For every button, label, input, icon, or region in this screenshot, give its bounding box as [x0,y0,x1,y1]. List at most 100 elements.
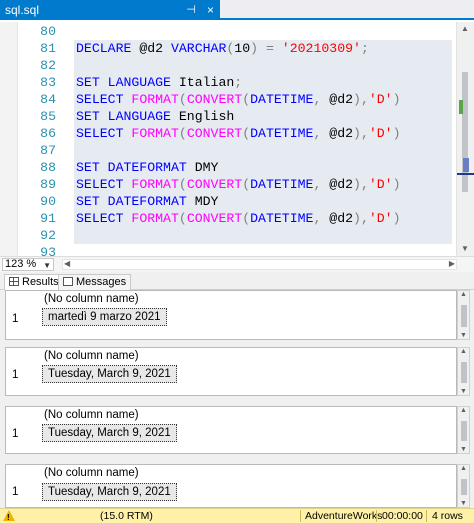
tab-messages[interactable]: Messages [58,274,132,290]
code-text[interactable]: SET LANGUAGE Italian; [76,74,242,91]
scroll-thumb[interactable] [461,305,467,327]
code-text[interactable]: DECLARE @d2 VARCHAR(10) = '20210309'; [76,40,369,57]
tab-results[interactable]: Results [4,274,64,290]
scroll-thumb[interactable] [461,479,467,495]
row-number[interactable]: 1 [12,486,18,498]
code-token: SELECT [76,211,132,226]
code-text[interactable]: SET DATEFORMAT MDY [76,193,218,210]
code-text[interactable]: SET LANGUAGE English [76,108,234,125]
zoom-value: 123 % [5,258,37,270]
code-token: SET LANGUAGE [76,109,179,124]
code-line[interactable]: 93 [0,244,452,256]
code-token: , [313,92,330,107]
result-cell[interactable]: Tuesday, March 9, 2021 [42,483,177,501]
grid-4-scrollbar[interactable]: ▲ ▼ [457,464,470,508]
scroll-left-icon[interactable]: ◀ [64,259,70,268]
result-cell[interactable]: Tuesday, March 9, 2021 [42,365,177,383]
scroll-down-icon[interactable]: ▼ [461,244,469,253]
code-line[interactable]: 92 [0,227,452,244]
grid-1-scrollbar[interactable]: ▲ ▼ [457,290,470,340]
row-number[interactable]: 1 [12,428,18,440]
chevron-down-icon[interactable]: ▼ [43,260,51,271]
scroll-up-icon[interactable]: ▲ [460,465,467,472]
scroll-down-icon[interactable]: ▼ [460,332,467,339]
code-token: DECLARE [76,41,140,56]
code-line[interactable]: 80 [0,23,452,40]
result-cell[interactable]: martedì 9 marzo 2021 [42,308,167,326]
code-line[interactable]: 89 SELECT FORMAT(CONVERT(DATETIME, @d2),'… [0,176,452,193]
code-line[interactable]: 86 SELECT FORMAT(CONVERT(DATETIME, @d2),'… [0,125,452,142]
line-number: 87 [40,143,56,158]
zoom-select[interactable]: 123 % ▼ [2,258,54,271]
code-line[interactable]: 87 [0,142,452,159]
code-token: English [178,109,235,124]
grid-2-scrollbar[interactable]: ▲ ▼ [457,347,470,396]
column-header[interactable]: (No column name) [40,407,139,424]
status-divider [376,510,377,522]
line-number: 91 [40,211,56,226]
grid-3-scrollbar[interactable]: ▲ ▼ [457,406,470,454]
code-token: @d2 [329,126,354,141]
grid-icon [9,277,19,286]
code-token: SELECT [76,126,132,141]
code-line[interactable]: 81 DECLARE @d2 VARCHAR(10) = '20210309'; [0,40,452,57]
scroll-up-icon[interactable]: ▲ [460,407,467,414]
line-number: 93 [40,245,56,256]
scroll-thumb[interactable] [461,421,467,441]
code-line[interactable]: 90 SET DATEFORMAT MDY [0,193,452,210]
query-editor[interactable]: 80 81 DECLARE @d2 VARCHAR(10) = '20210309'… [0,22,474,256]
line-number: 88 [40,160,56,175]
tab-results-label: Results [22,276,59,288]
tab-sql-file[interactable]: sql.sql ⊣ × [0,0,220,20]
code-token: ( [178,92,187,107]
code-text[interactable]: SELECT FORMAT(CONVERT(DATETIME, @d2),'D'… [76,176,401,193]
pin-icon[interactable]: ⊣ [186,0,196,20]
code-token: ( [242,211,251,226]
scroll-down-icon[interactable]: ▼ [460,500,467,507]
code-token: FORMAT [131,126,179,141]
code-line[interactable]: 88 SET DATEFORMAT DMY [0,159,452,176]
result-grid-2[interactable]: (No column name) 1 Tuesday, March 9, 202… [5,347,457,396]
scroll-down-icon[interactable]: ▼ [460,388,467,395]
code-token: ) [250,41,259,56]
code-token: ), [353,92,369,107]
code-token: 'D' [368,211,393,226]
column-header[interactable]: (No column name) [40,465,139,482]
code-token: SELECT [76,177,132,192]
result-grid-1[interactable]: (No column name) 1 martedì 9 marzo 2021 [5,290,457,340]
code-line[interactable]: 82 [0,57,452,74]
code-token: @d2 [329,177,354,192]
editor-horizontal-scrollbar[interactable]: ◀ ▶ [62,259,457,270]
caret-line-marker [457,173,474,175]
column-header[interactable]: (No column name) [40,348,139,365]
scroll-up-icon[interactable]: ▲ [460,291,467,298]
scroll-right-icon[interactable]: ▶ [449,259,455,268]
result-cell[interactable]: Tuesday, March 9, 2021 [42,424,177,442]
result-grid-3[interactable]: (No column name) 1 Tuesday, March 9, 202… [5,406,457,454]
scroll-up-icon[interactable]: ▲ [460,348,467,355]
code-text[interactable]: SET DATEFORMAT DMY [76,159,218,176]
close-icon[interactable]: × [207,0,214,20]
code-token: SET DATEFORMAT [76,194,195,209]
result-grid-4[interactable]: (No column name) 1 Tuesday, March 9, 202… [5,464,457,508]
scroll-up-icon[interactable]: ▲ [461,24,469,33]
row-number[interactable]: 1 [12,313,18,325]
code-token: ) [392,177,401,192]
code-line[interactable]: 83 SET LANGUAGE Italian; [0,74,452,91]
code-line[interactable]: 84 SELECT FORMAT(CONVERT(DATETIME, @d2),'… [0,91,452,108]
code-line[interactable]: 91 SELECT FORMAT(CONVERT(DATETIME, @d2),'… [0,210,452,227]
code-token: , [313,177,330,192]
column-header[interactable]: (No column name) [40,291,139,308]
code-line[interactable]: 85 SET LANGUAGE English [0,108,452,125]
code-text[interactable]: SELECT FORMAT(CONVERT(DATETIME, @d2),'D'… [76,125,401,142]
code-text[interactable]: SELECT FORMAT(CONVERT(DATETIME, @d2),'D'… [76,91,401,108]
scroll-thumb[interactable] [461,362,467,383]
results-pane: (No column name) 1 martedì 9 marzo 2021 … [0,290,474,508]
scroll-down-icon[interactable]: ▼ [460,446,467,453]
code-text[interactable]: SELECT FORMAT(CONVERT(DATETIME, @d2),'D'… [76,210,401,227]
line-number: 83 [40,75,56,90]
status-time: 00:00:00 [382,510,423,522]
editor-vertical-scrollbar[interactable]: ▲ ▼ [456,22,474,256]
code-token: ( [242,177,251,192]
row-number[interactable]: 1 [12,369,18,381]
